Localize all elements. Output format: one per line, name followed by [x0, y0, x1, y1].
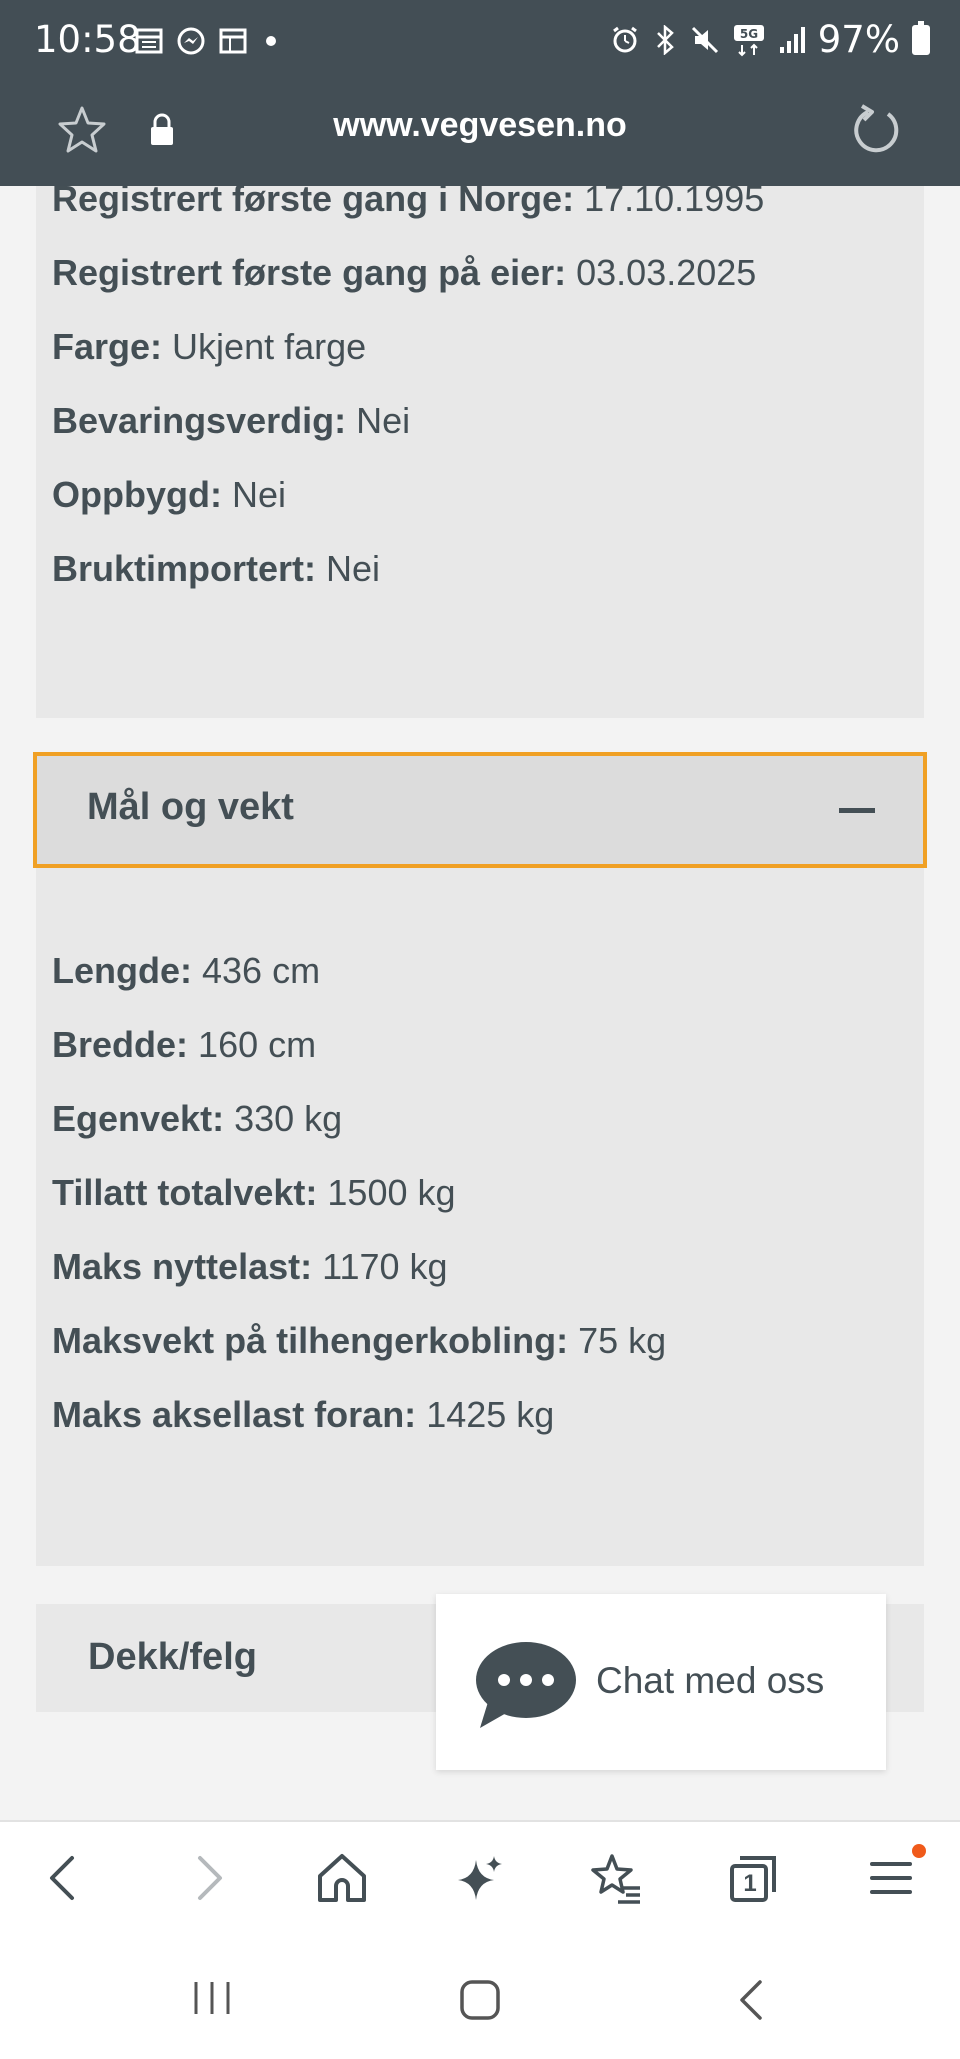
- tab-count: 1: [743, 1870, 757, 1897]
- menu-icon[interactable]: [864, 1850, 920, 1906]
- battery-icon: [912, 20, 930, 55]
- recent-apps-icon[interactable]: [190, 1978, 234, 2018]
- accordion-title: Dekk/felg: [88, 1636, 257, 1678]
- info-row: Registrert første gang i Norge: 17.10.19…: [52, 186, 765, 219]
- 5g-icon: 5G: [733, 24, 764, 56]
- url-text[interactable]: www.vegvesen.no: [0, 106, 960, 145]
- calendar-icon: [135, 28, 163, 54]
- reload-icon[interactable]: [848, 102, 904, 158]
- info-row: Lengde: 436 cm: [52, 950, 321, 991]
- chat-button[interactable]: Chat med oss: [436, 1594, 886, 1770]
- forward-arrow-icon[interactable]: [178, 1850, 234, 1906]
- status-time: 10:58: [34, 18, 141, 61]
- info-row: Maksvekt på tilhengerkobling: 75 kg: [52, 1320, 667, 1361]
- info-row: Bevaringsverdig: Nei: [52, 400, 411, 441]
- bookmarks-icon[interactable]: [588, 1850, 644, 1906]
- accordion-title: Mål og vekt: [87, 786, 294, 828]
- url-bar[interactable]: www.vegvesen.no: [0, 84, 960, 186]
- info-row: Oppbygd: Nei: [52, 474, 287, 515]
- status-bar: 10:58 5G 97%: [0, 0, 960, 84]
- dot-icon: [266, 36, 276, 46]
- chat-bubble-icon: [476, 1642, 576, 1728]
- info-row: Egenvekt: 330 kg: [52, 1098, 343, 1139]
- home-button-icon[interactable]: [458, 1978, 502, 2022]
- home-icon[interactable]: [314, 1850, 370, 1906]
- info-row: Bruktimportert: Nei: [52, 548, 381, 589]
- messenger-icon: [177, 27, 205, 55]
- calendar-icon: [219, 28, 247, 54]
- info-row: Bredde: 160 cm: [52, 1024, 317, 1065]
- status-notification-icons: [134, 26, 276, 56]
- browser-top-chrome: 10:58 5G 97% www.vegvesen.no: [0, 0, 960, 186]
- info-row: Registrert første gang på eier: 03.03.20…: [52, 252, 757, 293]
- bluetooth-icon: [656, 24, 674, 55]
- tabs-button[interactable]: 1: [726, 1850, 782, 1906]
- system-nav-bar: [0, 1940, 960, 2059]
- info-row: Maks nyttelast: 1170 kg: [52, 1246, 448, 1287]
- info-row: Farge: Ukjent farge: [52, 326, 367, 367]
- collapse-minus-icon[interactable]: [839, 808, 875, 813]
- battery-percentage: 97%: [817, 18, 900, 61]
- accordion-header-mal-og-vekt[interactable]: Mål og vekt: [33, 752, 927, 868]
- browser-bottom-nav: 1: [0, 1820, 960, 1940]
- back-arrow-icon[interactable]: [38, 1850, 94, 1906]
- back-button-icon[interactable]: [732, 1978, 772, 2022]
- chat-label: Chat med oss: [596, 1660, 825, 1701]
- signal-icon: [779, 26, 805, 53]
- mute-icon: [691, 26, 718, 53]
- sparkle-icon[interactable]: [452, 1850, 508, 1906]
- notification-dot: [912, 1844, 926, 1858]
- page-content[interactable]: Registrert første gang i Norge: 17.10.19…: [0, 186, 960, 1820]
- status-system-icons: 5G 97%: [610, 18, 930, 61]
- info-row: Maks aksellast foran: 1425 kg: [52, 1394, 555, 1435]
- svg-text:5G: 5G: [740, 27, 758, 41]
- alarm-icon: [612, 26, 637, 52]
- info-row: Tillatt totalvekt: 1500 kg: [52, 1172, 456, 1213]
